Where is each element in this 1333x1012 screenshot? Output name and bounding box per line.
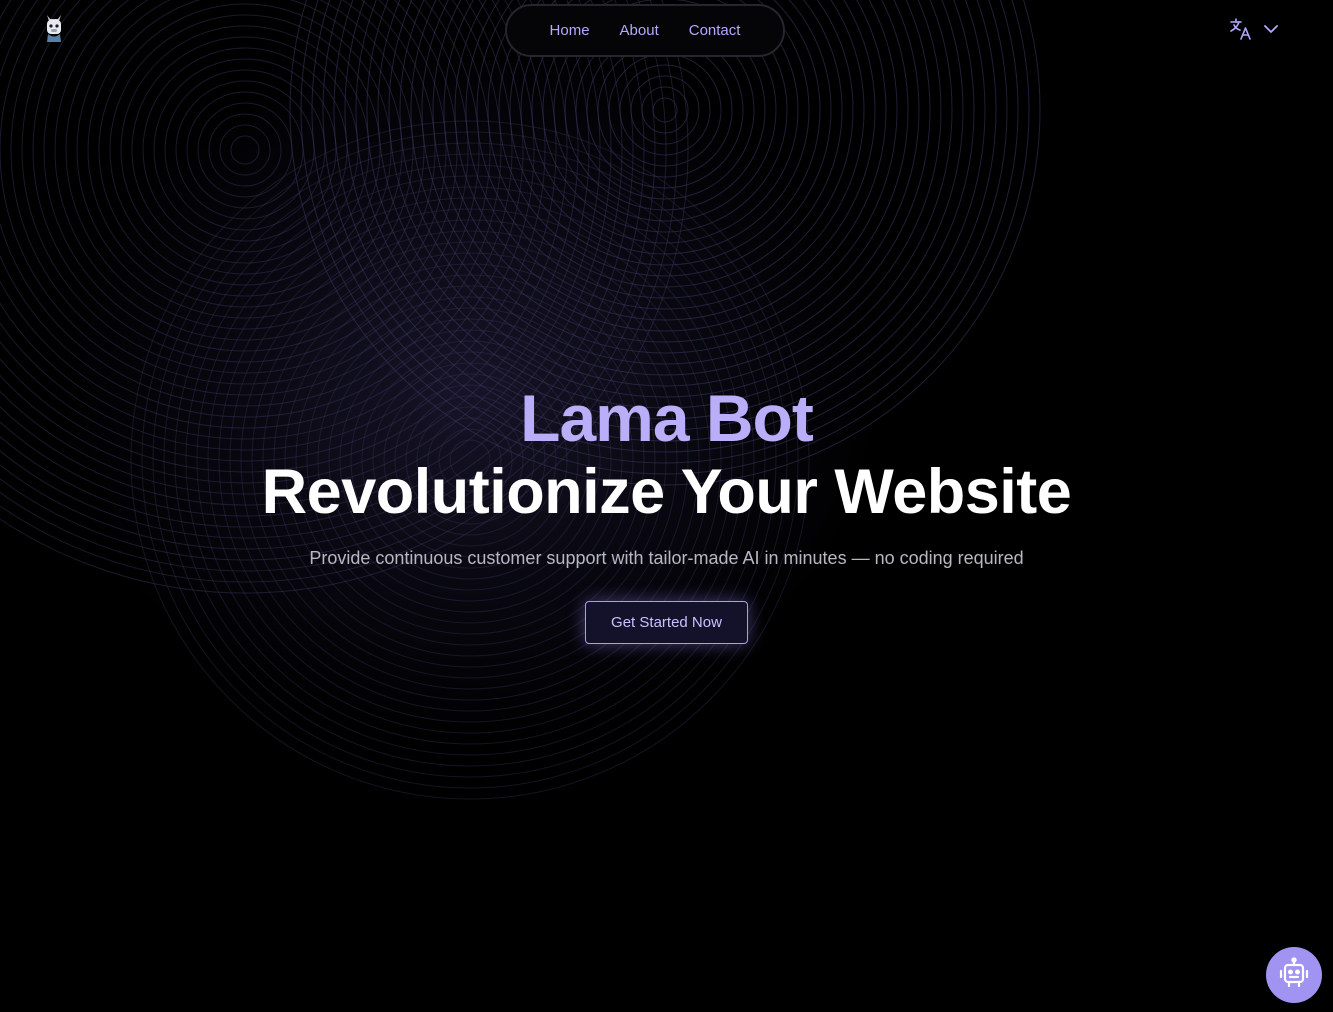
robot-icon bbox=[1277, 956, 1311, 995]
nav-link-contact[interactable]: Contact bbox=[689, 22, 741, 39]
main-nav: Home About Contact bbox=[505, 4, 785, 57]
landing-page: Home About Contact Lama Bot Revolutioniz… bbox=[0, 0, 1333, 1012]
chevron-down-icon bbox=[1262, 20, 1280, 43]
language-switcher[interactable] bbox=[1228, 16, 1280, 46]
hero-description: Provide continuous customer support with… bbox=[309, 548, 1024, 568]
hero-headline: Revolutionize Your Website bbox=[261, 457, 1072, 527]
get-started-button[interactable]: Get Started Now bbox=[585, 601, 748, 644]
llama-logo-icon[interactable] bbox=[40, 12, 68, 44]
chat-widget-button[interactable] bbox=[1266, 947, 1322, 1003]
nav-link-home[interactable]: Home bbox=[550, 22, 590, 39]
hero-title: Lama Bot bbox=[520, 381, 814, 455]
nav-link-about[interactable]: About bbox=[620, 22, 659, 39]
translate-icon bbox=[1228, 16, 1254, 47]
